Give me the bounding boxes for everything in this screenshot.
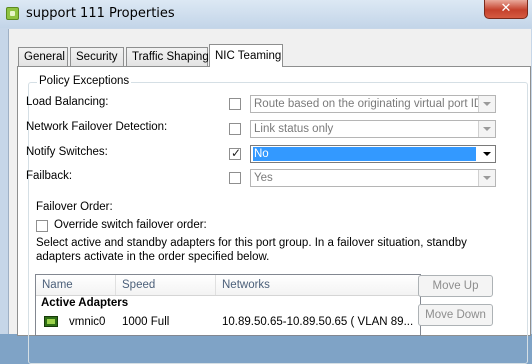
column-networks[interactable]: Networks	[216, 275, 420, 295]
chevron-down-icon[interactable]	[478, 170, 495, 186]
failback-label: Failback:	[26, 170, 73, 182]
close-icon: ✕	[500, 1, 512, 16]
tab-general[interactable]: General	[18, 47, 68, 66]
notify-switches-label: Notify Switches:	[26, 146, 108, 158]
title-bar[interactable]: support 111 Properties ✕	[0, 0, 532, 28]
notify-switches-checkbox[interactable]: ✓	[229, 146, 242, 160]
failback-checkbox[interactable]	[229, 172, 241, 184]
properties-window: support 111 Properties ✕ General Securit…	[0, 0, 532, 364]
network-failover-detection-select[interactable]: Link status only	[250, 120, 496, 138]
tab-nic-teaming[interactable]: NIC Teaming	[209, 44, 283, 67]
network-failover-detection-checkbox[interactable]	[229, 123, 241, 135]
chevron-down-icon[interactable]	[478, 121, 495, 137]
adapter-networks[interactable]: 10.89.50.65-10.89.50.65 ( VLAN 89...	[222, 316, 413, 328]
load-balancing-select[interactable]: Route based on the originating virtual p…	[250, 95, 496, 113]
move-down-button[interactable]: Move Down	[418, 304, 493, 326]
failover-description-line2: adapters activate in the order specified…	[36, 251, 270, 263]
tab-security[interactable]: Security	[70, 47, 124, 66]
failback-value: Yes	[254, 172, 273, 184]
load-balancing-checkbox[interactable]	[229, 98, 241, 110]
load-balancing-value: Route based on the originating virtual p…	[254, 98, 483, 110]
adapters-list-header: Name Speed Networks	[36, 275, 420, 296]
notify-switches-select[interactable]: No	[250, 145, 496, 163]
adapter-speed[interactable]: 1000 Full	[122, 316, 169, 328]
nic-icon	[44, 316, 58, 327]
active-adapters-group-label: Active Adapters	[41, 297, 129, 309]
chevron-down-icon[interactable]	[479, 146, 495, 162]
column-speed[interactable]: Speed	[116, 275, 216, 295]
override-failover-order-checkbox[interactable]	[36, 220, 48, 232]
close-button[interactable]: ✕	[484, 0, 528, 19]
tab-traffic-shaping[interactable]: Traffic Shaping	[126, 47, 209, 66]
network-failover-detection-label: Network Failover Detection:	[26, 121, 168, 133]
dialog-client-area: General Security Traffic Shaping NIC Tea…	[8, 29, 531, 364]
load-balancing-label: Load Balancing:	[26, 96, 109, 108]
failover-description-line1: Select active and standby adapters for t…	[36, 237, 467, 249]
failback-select[interactable]: Yes	[250, 169, 496, 187]
notify-switches-value: No	[253, 147, 476, 161]
failover-order-label: Failover Order:	[36, 201, 113, 213]
window-title: support 111 Properties	[26, 6, 175, 21]
checkmark-icon: ✓	[230, 146, 242, 160]
move-up-button[interactable]: Move Up	[418, 275, 493, 297]
chevron-down-icon[interactable]	[478, 96, 495, 112]
adapter-name[interactable]: vmnic0	[69, 316, 105, 328]
network-failover-detection-value: Link status only	[254, 123, 334, 135]
override-failover-order-label[interactable]: Override switch failover order:	[54, 219, 207, 231]
vm-portgroup-icon	[6, 7, 19, 20]
policy-exceptions-legend: Policy Exceptions	[37, 75, 132, 87]
column-name[interactable]: Name	[36, 275, 116, 295]
